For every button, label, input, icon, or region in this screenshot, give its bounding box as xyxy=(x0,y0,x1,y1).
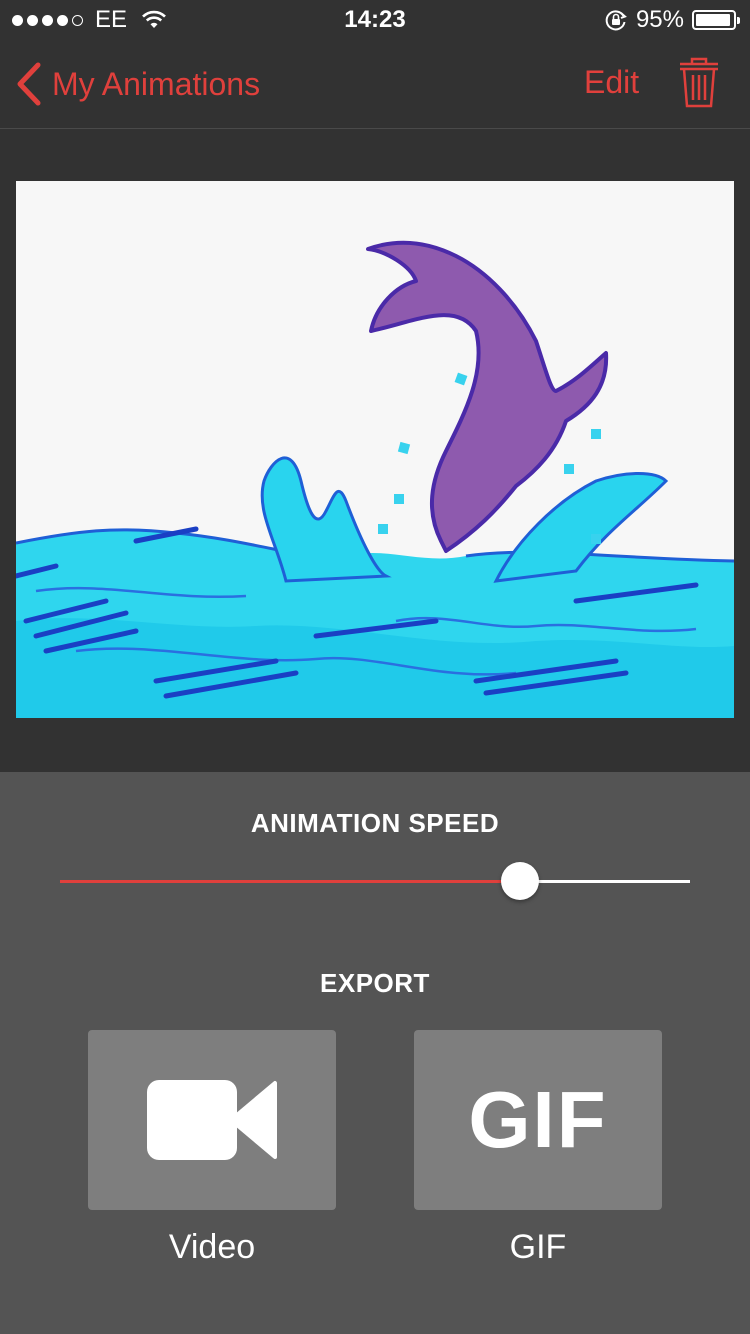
battery-icon xyxy=(692,10,740,30)
video-camera-icon xyxy=(147,1075,277,1165)
chevron-left-icon xyxy=(16,62,42,106)
export-gif-label: GIF xyxy=(509,1228,567,1266)
trash-icon xyxy=(678,56,720,110)
battery-percent: 95% xyxy=(635,6,684,33)
slider-fill xyxy=(60,880,520,883)
export-video-label: Video xyxy=(168,1228,256,1266)
status-right: 95% xyxy=(604,6,740,34)
back-button-label: My Animations xyxy=(52,65,261,102)
animation-speed-slider[interactable] xyxy=(60,862,690,900)
edit-button[interactable]: Edit xyxy=(584,64,639,101)
animation-speed-title: ANIMATION SPEED xyxy=(250,808,500,838)
gif-icon: GIF xyxy=(468,1075,608,1164)
export-video-button[interactable] xyxy=(88,1030,336,1210)
animation-frame[interactable] xyxy=(16,181,734,718)
export-title: EXPORT xyxy=(320,968,430,998)
whale-drawing xyxy=(16,240,734,718)
status-bar: EE 14:23 95% xyxy=(0,0,750,40)
orientation-lock-icon xyxy=(604,8,628,32)
navigation-bar: My Animations Edit xyxy=(0,40,750,129)
export-gif-button[interactable]: GIF xyxy=(414,1030,662,1210)
slider-thumb[interactable] xyxy=(500,862,539,900)
back-button[interactable]: My Animations xyxy=(16,62,260,106)
delete-button[interactable] xyxy=(678,56,720,115)
animation-preview-area xyxy=(0,129,750,772)
